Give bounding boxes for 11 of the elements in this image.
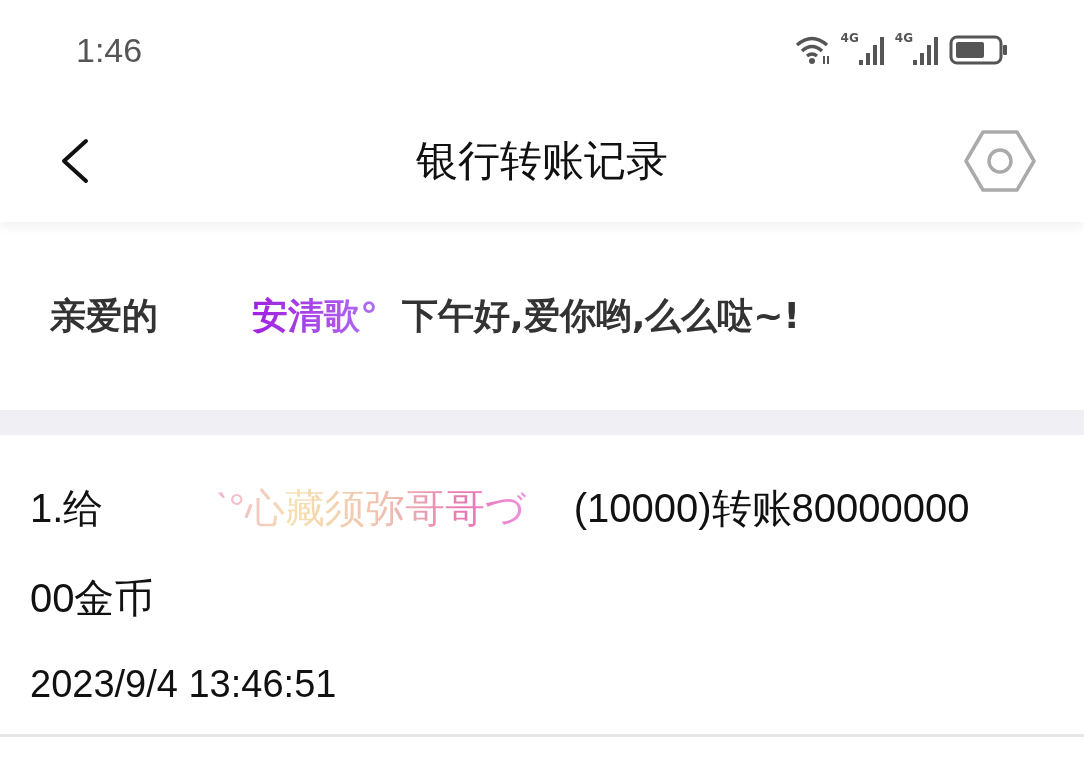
battery-icon xyxy=(949,35,1009,65)
signal-icon xyxy=(858,35,887,65)
greeting-message: 下午好,爱你哟,么么哒~! xyxy=(402,293,800,338)
network-label: 4G xyxy=(840,31,859,45)
signal-icon xyxy=(913,35,941,65)
page-title: 银行转账记录 xyxy=(416,135,668,187)
greeting-salutation: 亲爱的 xyxy=(50,293,158,338)
clock-time: 1:46 xyxy=(76,30,143,70)
network-label: 4G xyxy=(894,31,913,45)
transfer-record: 1.给 ˋ°心藏须弥哥哥づ (10000)转账8000000000金币 xyxy=(30,485,971,622)
record-time: 2023/9/4 13:46:51 xyxy=(30,662,338,707)
